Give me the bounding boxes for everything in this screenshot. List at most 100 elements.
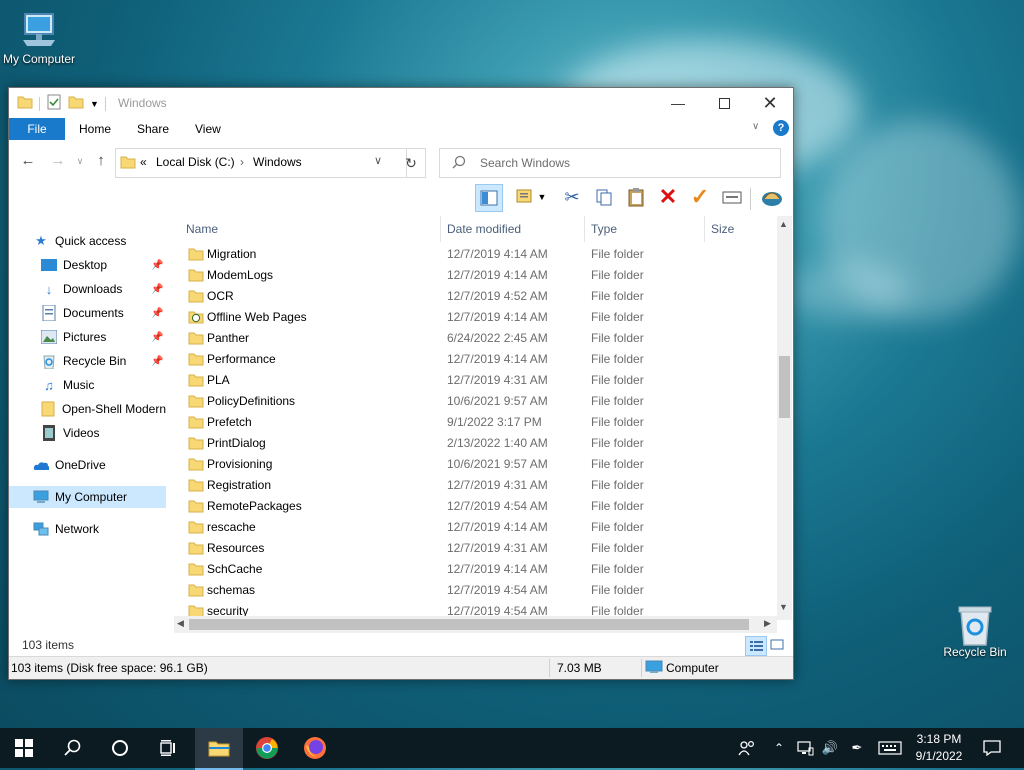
title-bar[interactable]: ▼ Windows — ✕ <box>9 88 793 118</box>
search-button[interactable] <box>48 728 96 768</box>
properties-icon[interactable] <box>46 94 62 113</box>
pen-icon[interactable]: ✒ <box>846 728 868 768</box>
tab-view[interactable]: View <box>183 118 233 140</box>
nav-videos[interactable]: Videos <box>9 422 166 444</box>
column-separator[interactable] <box>704 216 705 242</box>
tab-home[interactable]: Home <box>67 118 123 140</box>
help-icon[interactable]: ? <box>773 120 789 136</box>
forward-button[interactable]: → <box>49 152 67 170</box>
table-row[interactable]: RemotePackages 12/7/2019 4:54 AM File fold… <box>174 496 777 517</box>
network-tray-icon[interactable] <box>794 728 816 768</box>
expand-ribbon-icon[interactable]: ∨ <box>752 121 759 132</box>
cut-icon[interactable]: ✂ <box>559 184 585 210</box>
scroll-left-arrow-icon[interactable]: ◀ <box>177 618 184 629</box>
chevron-up-icon[interactable]: ⌃ <box>771 728 787 768</box>
back-button[interactable]: ← <box>19 152 37 170</box>
maximize-button[interactable] <box>701 88 747 118</box>
people-icon[interactable] <box>734 728 760 768</box>
open-shell-icon[interactable] <box>759 184 785 210</box>
table-row[interactable]: Prefetch 9/1/2022 3:17 PM File folder <box>174 412 777 433</box>
table-row[interactable]: PrintDialog 2/13/2022 1:40 AM File folder <box>174 433 777 454</box>
new-folder-icon[interactable] <box>68 95 84 112</box>
up-button[interactable]: ↑ <box>92 152 110 170</box>
table-row[interactable]: schemas 12/7/2019 4:54 AM File folder <box>174 580 777 601</box>
clock[interactable]: 3:18 PM 9/1/2022 <box>906 731 972 765</box>
close-button[interactable]: ✕ <box>747 88 793 118</box>
search-input[interactable]: Search Windows <box>439 148 781 178</box>
recent-locations-button[interactable]: ∨ <box>71 152 89 170</box>
address-dropdown-icon[interactable]: ∨ <box>374 154 382 167</box>
file-explorer-taskbar-button[interactable] <box>195 728 243 770</box>
nav-quick-access[interactable]: ★ Quick access <box>9 230 166 252</box>
check-icon[interactable]: ✓ <box>687 184 713 210</box>
table-row[interactable]: Migration 12/7/2019 4:14 AM File folder <box>174 244 777 265</box>
vertical-scrollbar[interactable]: ▲ ▼ <box>777 216 792 620</box>
table-row[interactable]: rescache 12/7/2019 4:14 AM File folder <box>174 517 777 538</box>
table-row[interactable]: SchCache 12/7/2019 4:14 AM File folder <box>174 559 777 580</box>
start-button[interactable] <box>0 728 48 768</box>
navigation-pane-button[interactable] <box>475 184 503 212</box>
task-view-button[interactable] <box>144 728 192 768</box>
pin-icon[interactable]: 📌 <box>151 356 163 367</box>
nav-open-shell-modern[interactable]: Open-Shell Modern <box>9 398 166 420</box>
pin-icon[interactable]: 📌 <box>151 332 163 343</box>
column-separator[interactable] <box>440 216 441 242</box>
nav-network[interactable]: Network <box>9 518 166 540</box>
horizontal-scrollbar[interactable]: ◀ ▶ <box>174 616 777 633</box>
nav-desktop[interactable]: Desktop 📌 <box>9 254 166 276</box>
nav-music[interactable]: ♫ Music <box>9 374 166 396</box>
scroll-down-arrow-icon[interactable]: ▼ <box>779 602 788 612</box>
vertical-scrollbar-thumb[interactable] <box>779 356 790 418</box>
breadcrumb-overflow[interactable]: « <box>140 155 147 169</box>
desktop-icon-recycle-bin[interactable]: Recycle Bin <box>933 603 1017 659</box>
nav-downloads[interactable]: ↓ Downloads 📌 <box>9 278 166 300</box>
scroll-right-arrow-icon[interactable]: ▶ <box>764 618 771 629</box>
column-header-name[interactable]: Name <box>186 216 218 242</box>
table-row[interactable]: Provisioning 10/6/2021 9:57 AM File folder <box>174 454 777 475</box>
column-header-type[interactable]: Type <box>591 216 617 242</box>
properties-icon[interactable] <box>719 184 745 210</box>
nav-documents[interactable]: Documents 📌 <box>9 302 166 324</box>
table-row[interactable]: PLA 12/7/2019 4:31 AM File folder <box>174 370 777 391</box>
table-row[interactable]: OCR 12/7/2019 4:52 AM File folder <box>174 286 777 307</box>
column-header-date-modified[interactable]: Date modified <box>447 216 521 242</box>
desktop-icon-my-computer[interactable]: My Computer <box>0 10 81 66</box>
table-row[interactable]: Resources 12/7/2019 4:31 AM File folder <box>174 538 777 559</box>
breadcrumb-local-disk[interactable]: Local Disk (C:) <box>156 155 235 169</box>
table-row[interactable]: Registration 12/7/2019 4:31 AM File folder <box>174 475 777 496</box>
copy-icon[interactable] <box>591 184 617 210</box>
minimize-button[interactable]: — <box>655 88 701 118</box>
pin-icon[interactable]: 📌 <box>151 308 163 319</box>
nav-recycle-bin[interactable]: Recycle Bin 📌 <box>9 350 166 372</box>
scroll-up-arrow-icon[interactable]: ▲ <box>779 219 788 229</box>
tab-share[interactable]: Share <box>125 118 181 140</box>
table-row[interactable]: Panther 6/24/2022 2:45 AM File folder <box>174 328 777 349</box>
column-header-size[interactable]: Size <box>711 216 734 242</box>
large-icons-view-button[interactable] <box>769 637 785 653</box>
pin-icon[interactable]: 📌 <box>151 284 163 295</box>
table-row[interactable]: ModemLogs 12/7/2019 4:14 AM File folder <box>174 265 777 286</box>
table-row[interactable]: Offline Web Pages 12/7/2019 4:14 AM File f… <box>174 307 777 328</box>
nav-my-computer[interactable]: My Computer <box>9 486 166 508</box>
table-row[interactable]: Performance 12/7/2019 4:14 AM File folder <box>174 349 777 370</box>
paste-icon[interactable] <box>623 184 649 210</box>
cortana-button[interactable] <box>96 728 144 768</box>
details-view-button[interactable] <box>745 636 767 656</box>
refresh-button[interactable]: ↻ <box>397 148 426 178</box>
pin-icon[interactable]: 📌 <box>151 260 163 271</box>
breadcrumb-windows[interactable]: Windows <box>253 155 302 169</box>
table-row[interactable]: PolicyDefinitions 10/6/2021 9:57 AM File f… <box>174 391 777 412</box>
tab-file[interactable]: File <box>9 118 65 140</box>
nav-onedrive[interactable]: OneDrive <box>9 454 166 476</box>
delete-icon[interactable]: ✕ <box>655 184 681 210</box>
horizontal-scrollbar-thumb[interactable] <box>189 619 749 630</box>
column-separator[interactable] <box>584 216 585 242</box>
nav-pictures[interactable]: Pictures 📌 <box>9 326 166 348</box>
address-bar[interactable]: « Local Disk (C:) › Windows ∨ <box>115 148 407 178</box>
chevron-down-icon[interactable]: ▼ <box>90 99 99 109</box>
volume-icon[interactable]: 🔊 <box>819 728 841 768</box>
notifications-icon[interactable] <box>978 728 1006 768</box>
chrome-taskbar-button[interactable] <box>243 728 291 768</box>
keyboard-icon[interactable] <box>875 728 905 768</box>
firefox-taskbar-button[interactable] <box>291 728 339 768</box>
